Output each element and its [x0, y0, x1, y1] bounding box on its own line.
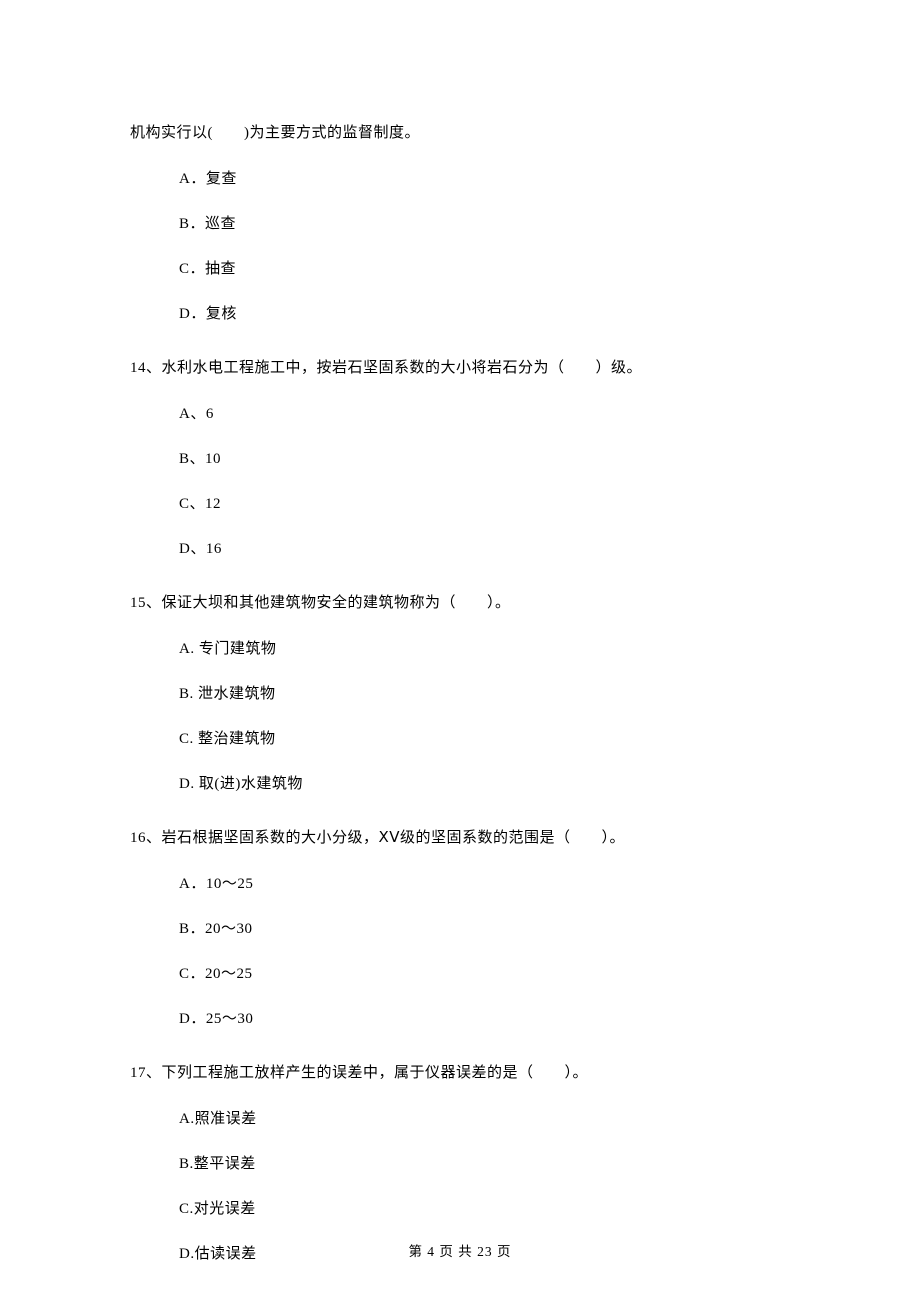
question-13-option-d: D．复核	[179, 299, 790, 329]
question-14-options: A、6 B、10 C、12 D、16	[130, 399, 790, 564]
page-content: 机构实行以( )为主要方式的监督制度。 A．复查 B．巡查 C．抽查 D．复核 …	[0, 0, 920, 1269]
question-16-option-a: A．10～25	[179, 869, 790, 899]
question-15-option-c: C. 整治建筑物	[179, 724, 790, 754]
question-14-stem: 14、水利水电工程施工中，按岩石坚固系数的大小将岩石分为（ ）级。	[130, 353, 790, 383]
question-16-options: A．10～25 B．20～30 C．20～25 D．25～30	[130, 869, 790, 1034]
question-15-stem: 15、保证大坝和其他建筑物安全的建筑物称为（ ）。	[130, 588, 790, 618]
question-14-option-d: D、16	[179, 534, 790, 564]
question-17-stem: 17、下列工程施工放样产生的误差中，属于仪器误差的是（ ）。	[130, 1058, 790, 1088]
question-13-stem-continuation: 机构实行以( )为主要方式的监督制度。	[130, 118, 790, 148]
question-15-options: A. 专门建筑物 B. 泄水建筑物 C. 整治建筑物 D. 取(进)水建筑物	[130, 634, 790, 799]
question-17-option-a: A.照准误差	[179, 1104, 790, 1134]
question-15-option-b: B. 泄水建筑物	[179, 679, 790, 709]
question-13-option-c: C．抽查	[179, 254, 790, 284]
question-16-option-b: B．20～30	[179, 914, 790, 944]
question-16-stem: 16、岩石根据坚固系数的大小分级，ⅩⅤ级的坚固系数的范围是（ ）。	[130, 823, 790, 853]
question-13-option-a: A．复查	[179, 164, 790, 194]
question-14-option-c: C、12	[179, 489, 790, 519]
question-13-option-b: B．巡查	[179, 209, 790, 239]
question-14-option-a: A、6	[179, 399, 790, 429]
question-16-option-d: D．25～30	[179, 1004, 790, 1034]
question-15-option-a: A. 专门建筑物	[179, 634, 790, 664]
question-14-option-b: B、10	[179, 444, 790, 474]
question-13-options: A．复查 B．巡查 C．抽查 D．复核	[130, 164, 790, 329]
question-17-option-c: C.对光误差	[179, 1194, 790, 1224]
question-17-option-b: B.整平误差	[179, 1149, 790, 1179]
page-footer: 第 4 页 共 23 页	[0, 1240, 920, 1260]
question-15-option-d: D. 取(进)水建筑物	[179, 769, 790, 799]
question-16-option-c: C．20～25	[179, 959, 790, 989]
